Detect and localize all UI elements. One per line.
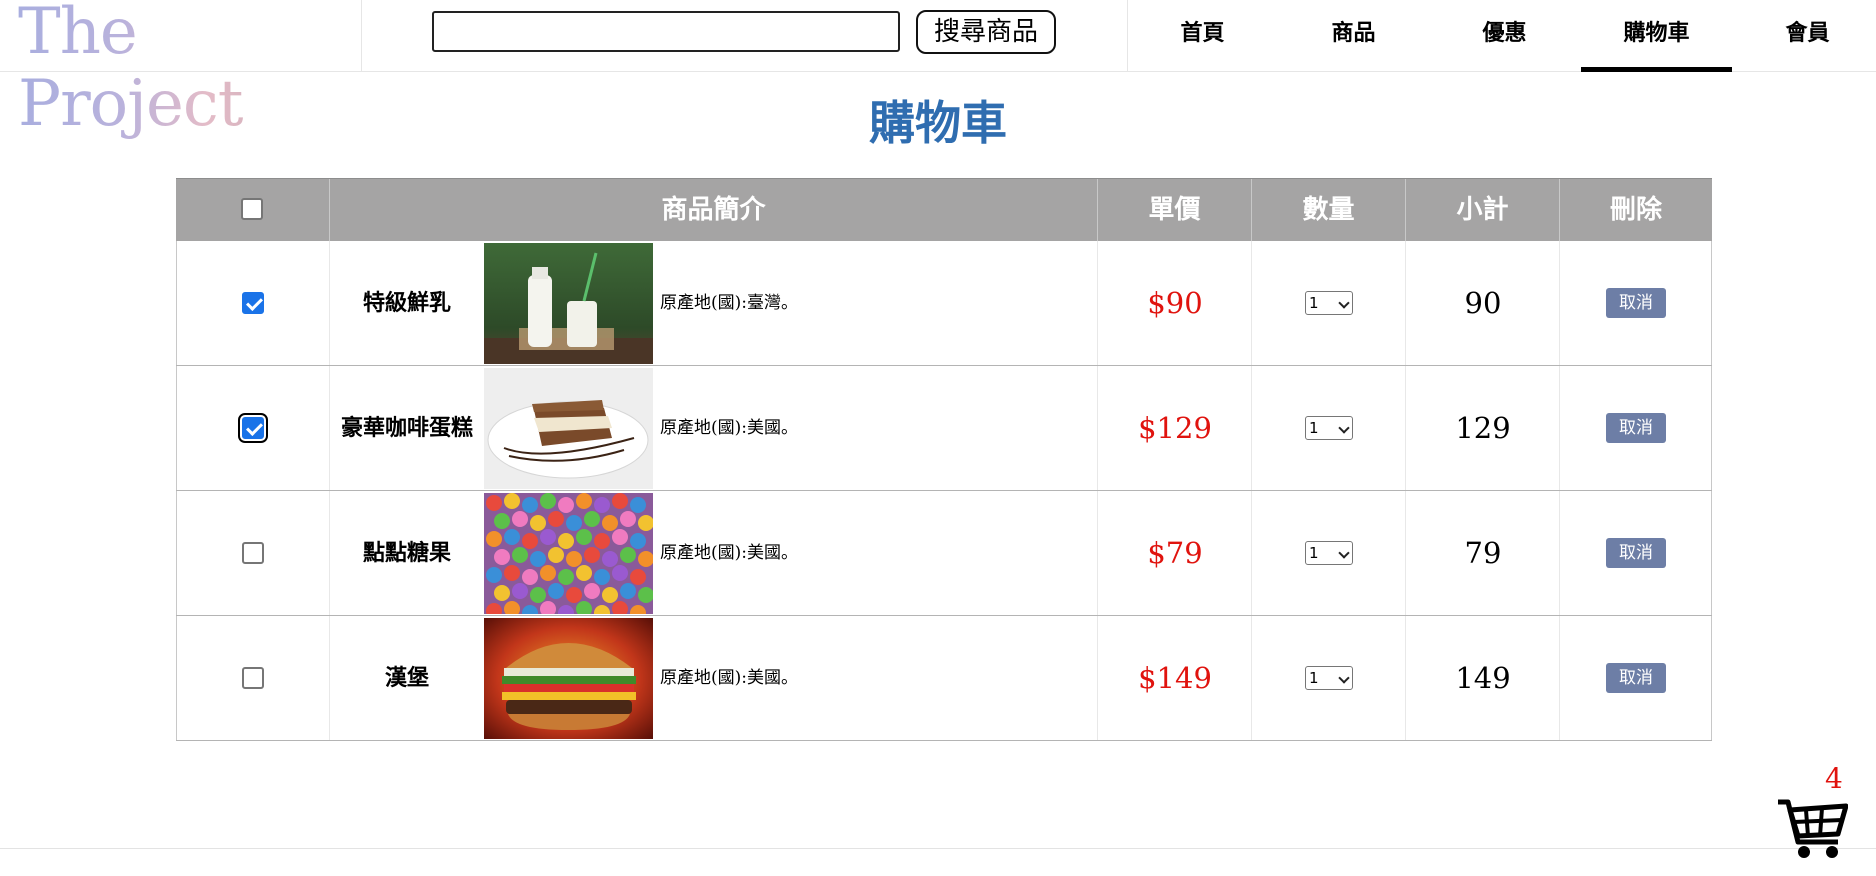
footer-divider	[0, 848, 1876, 849]
unit-price: $149	[1138, 661, 1212, 695]
header-unit-price: 單價	[1098, 179, 1252, 241]
header-subtotal: 小計	[1406, 179, 1560, 241]
nav-item-member[interactable]: 會員	[1732, 0, 1876, 72]
select-cell	[176, 241, 330, 365]
product-name: 特級鮮乳	[362, 290, 451, 316]
quantity-value: 1	[1309, 544, 1319, 562]
product-name: 點點糖果	[362, 540, 451, 566]
select-cell	[176, 616, 330, 740]
row-checkbox[interactable]	[242, 542, 264, 564]
price-cell: $149	[1098, 616, 1252, 740]
price-cell: $79	[1098, 491, 1252, 615]
quantity-select[interactable]: 1	[1305, 291, 1353, 315]
product-origin: 原產地(國):臺灣。	[660, 293, 798, 313]
table-row: 豪華咖啡蛋糕 原產地(國):美國。 $129 1 129 取消	[176, 366, 1712, 491]
subtotal-value: 149	[1455, 661, 1511, 695]
subtotal-cell: 149	[1406, 616, 1560, 740]
candy-photo	[484, 493, 653, 614]
nav-item-products[interactable]: 商品	[1278, 0, 1429, 72]
quantity-value: 1	[1309, 669, 1319, 687]
chevron-down-icon	[1338, 547, 1350, 559]
page-title: 購物車	[869, 96, 1007, 150]
table-header: 商品簡介 單價 數量 小計 刪除	[176, 178, 1712, 241]
select-all-checkbox[interactable]	[241, 198, 263, 220]
header-delete: 刪除	[1609, 195, 1662, 225]
description-cell: 豪華咖啡蛋糕 原產地(國):美國。	[330, 366, 1098, 490]
site-logo[interactable]: The Project	[0, 0, 362, 140]
product-origin: 原產地(國):美國。	[660, 418, 798, 438]
select-cell	[176, 366, 330, 490]
description-cell: 點點糖果 原產地(國):美國。	[330, 491, 1098, 615]
search-input[interactable]	[432, 11, 900, 52]
subtotal-cell: 129	[1406, 366, 1560, 490]
select-cell	[176, 491, 330, 615]
subtotal-cell: 79	[1406, 491, 1560, 615]
delete-cell: 取消	[1560, 241, 1712, 365]
unit-price: $79	[1147, 536, 1203, 570]
header-select-cell	[176, 179, 330, 241]
header-description: 商品簡介	[330, 179, 1098, 241]
product-origin: 原產地(國):美國。	[660, 668, 798, 688]
nav-item-home[interactable]: 首頁	[1127, 0, 1278, 72]
cancel-button[interactable]: 取消	[1606, 413, 1666, 443]
quantity-select[interactable]: 1	[1305, 666, 1353, 690]
cancel-button[interactable]: 取消	[1606, 288, 1666, 318]
quantity-select[interactable]: 1	[1305, 541, 1353, 565]
quantity-value: 1	[1309, 419, 1319, 437]
quantity-select[interactable]: 1	[1305, 416, 1353, 440]
product-name: 漢堡	[384, 665, 429, 691]
row-checkbox[interactable]	[238, 413, 268, 443]
delete-cell: 取消	[1560, 491, 1712, 615]
chevron-down-icon	[1338, 672, 1350, 684]
subtotal-value: 90	[1464, 286, 1502, 320]
subtotal-cell: 90	[1406, 241, 1560, 365]
quantity-value: 1	[1309, 294, 1319, 312]
subtotal-value: 79	[1464, 536, 1502, 570]
nav-item-cart[interactable]: 購物車	[1581, 0, 1732, 72]
cancel-button[interactable]: 取消	[1606, 538, 1666, 568]
price-cell: $129	[1098, 366, 1252, 490]
nav-item-deals[interactable]: 優惠	[1429, 0, 1580, 72]
product-origin: 原產地(國):美國。	[660, 543, 798, 563]
shopping-cart-icon[interactable]	[1776, 770, 1849, 866]
delete-cell: 取消	[1560, 616, 1712, 740]
quantity-cell: 1	[1252, 366, 1406, 490]
description-cell: 特級鮮乳 原產地(國):臺灣。	[330, 241, 1098, 365]
quantity-cell: 1	[1252, 491, 1406, 615]
quantity-cell: 1	[1252, 241, 1406, 365]
table-row: 特級鮮乳 原產地(國):臺灣。 $90 1 90 取消	[176, 241, 1712, 366]
table-row: 漢堡 原產地(國):美國。 $149 1 149 取消	[176, 616, 1712, 741]
header-quantity: 數量	[1252, 179, 1406, 241]
delete-cell: 取消	[1560, 366, 1712, 490]
product-name: 豪華咖啡蛋糕	[340, 415, 473, 441]
cancel-button[interactable]: 取消	[1606, 663, 1666, 693]
unit-price: $90	[1147, 286, 1203, 320]
coffee-cake-photo	[484, 368, 653, 489]
site-header: The Project 搜尋商品 首頁 商品 優惠 購物車 會員	[0, 0, 1876, 140]
subtotal-value: 129	[1455, 411, 1511, 445]
chevron-down-icon	[1338, 422, 1350, 434]
row-checkbox[interactable]	[242, 292, 264, 314]
milk-bottles-photo	[484, 243, 653, 364]
search-button[interactable]: 搜尋商品	[916, 10, 1056, 54]
table-row: 點點糖果 原產地(國):美國。 $79 1 79 取消	[176, 491, 1712, 616]
burger-photo	[484, 618, 653, 739]
quantity-cell: 1	[1252, 616, 1406, 740]
unit-price: $129	[1138, 411, 1212, 445]
chevron-down-icon	[1338, 297, 1350, 309]
price-cell: $90	[1098, 241, 1252, 365]
row-checkbox[interactable]	[242, 667, 264, 689]
description-cell: 漢堡 原產地(國):美國。	[330, 616, 1098, 740]
cart-table: 商品簡介 單價 數量 小計 刪除 特級鮮乳 原產地(國):臺灣。 $90 1 9…	[176, 178, 1712, 741]
